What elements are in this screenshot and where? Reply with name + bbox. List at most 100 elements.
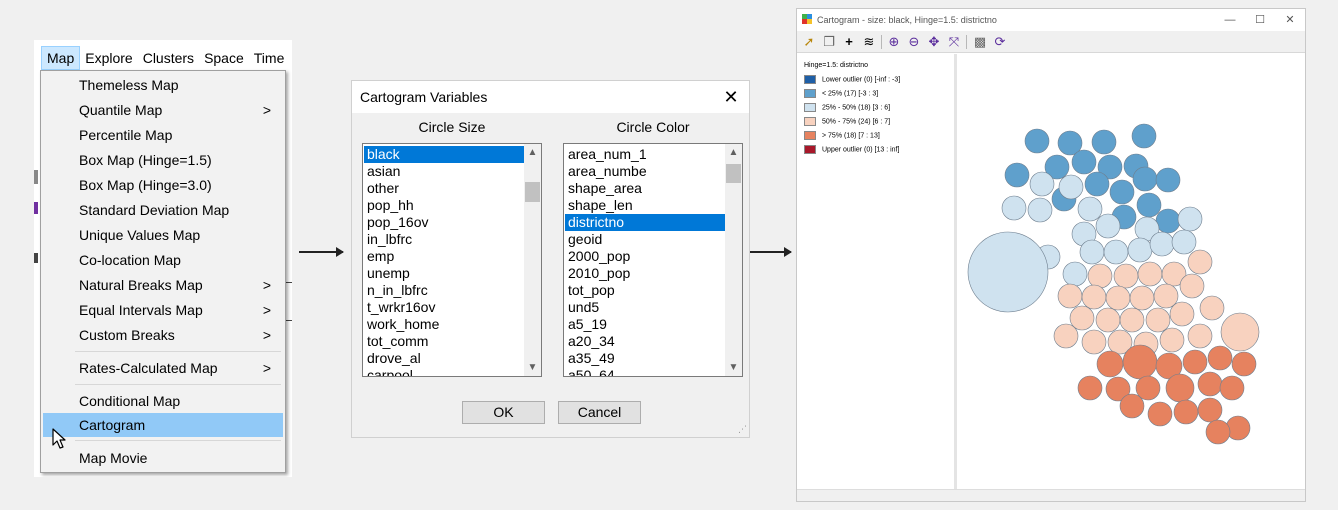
vertical-scrollbar[interactable]: ▲ ▼ bbox=[524, 144, 541, 376]
cartogram-circle[interactable] bbox=[1004, 162, 1030, 188]
cartogram-circle[interactable] bbox=[1131, 123, 1157, 149]
cartogram-circle[interactable] bbox=[1177, 206, 1203, 232]
color-list-item[interactable]: area_num_1 bbox=[565, 146, 742, 163]
menu-map[interactable]: Map bbox=[41, 45, 81, 70]
cartogram-circle[interactable] bbox=[1169, 301, 1195, 327]
cartogram-circle[interactable] bbox=[1205, 419, 1231, 445]
cartogram-circle[interactable] bbox=[1077, 196, 1103, 222]
menu-item-unique-values-map[interactable]: Unique Values Map bbox=[43, 223, 283, 247]
cartogram-circle[interactable] bbox=[1197, 371, 1223, 397]
cartogram-circle[interactable] bbox=[1173, 399, 1199, 425]
legend-item[interactable]: Upper outlier (0) [13 : inf] bbox=[804, 145, 899, 156]
cartogram-circle[interactable] bbox=[1127, 237, 1153, 263]
zoom-out-icon[interactable]: ⊖ bbox=[906, 34, 922, 50]
scroll-thumb[interactable] bbox=[525, 182, 540, 202]
cartogram-circle[interactable] bbox=[1197, 397, 1223, 423]
cartogram-circle[interactable] bbox=[1137, 261, 1163, 287]
menu-item-box-map-3-0[interactable]: Box Map (Hinge=3.0) bbox=[43, 173, 283, 197]
color-list-item[interactable]: a35_49 bbox=[565, 350, 742, 367]
cartogram-circle[interactable] bbox=[1155, 208, 1181, 234]
scroll-up-icon[interactable]: ▲ bbox=[524, 144, 541, 161]
cartogram-circle[interactable] bbox=[1001, 195, 1027, 221]
scroll-up-icon[interactable]: ▲ bbox=[725, 144, 742, 161]
refresh-icon[interactable]: ⟳ bbox=[992, 34, 1008, 50]
legend-item[interactable]: < 25% (17) [-3 : 3] bbox=[804, 89, 878, 100]
cartogram-circle[interactable] bbox=[1058, 174, 1084, 200]
cartogram-circle[interactable] bbox=[1081, 284, 1107, 310]
cartogram-circle[interactable] bbox=[1029, 171, 1055, 197]
cartogram-circle[interactable] bbox=[1219, 375, 1245, 401]
cartogram-circle[interactable] bbox=[1147, 401, 1173, 427]
cartogram-circle[interactable] bbox=[1179, 273, 1205, 299]
color-list-item[interactable]: a20_34 bbox=[565, 333, 742, 350]
size-list-item[interactable]: t_wrkr16ov bbox=[364, 299, 541, 316]
cartogram-circle[interactable] bbox=[1187, 323, 1213, 349]
legend-item[interactable]: > 75% (18) [7 : 13] bbox=[804, 131, 880, 142]
layers-icon[interactable]: ≋ bbox=[861, 34, 877, 50]
size-list-item[interactable]: work_home bbox=[364, 316, 541, 333]
size-list-item[interactable]: asian bbox=[364, 163, 541, 180]
cartogram-circle[interactable] bbox=[1103, 239, 1129, 265]
fit-extent-icon[interactable]: ⤧ bbox=[946, 34, 962, 50]
cartogram-circle[interactable] bbox=[1199, 295, 1225, 321]
cartogram-circle[interactable] bbox=[1053, 323, 1079, 349]
minimize-icon[interactable]: — bbox=[1215, 9, 1245, 31]
cartogram-circle[interactable] bbox=[1207, 345, 1233, 371]
cartogram-circle[interactable] bbox=[1084, 171, 1110, 197]
size-list-item[interactable]: tot_comm bbox=[364, 333, 541, 350]
color-list-item[interactable]: shape_len bbox=[565, 197, 742, 214]
cartogram-circle[interactable] bbox=[1171, 229, 1197, 255]
circle-size-listbox[interactable]: black asian other pop_hh pop_16ov in_lbfrc emp… bbox=[362, 143, 542, 377]
menu-item-equal-intervals-map[interactable]: Equal Intervals Map > bbox=[43, 298, 283, 322]
cartogram-circle[interactable] bbox=[1109, 179, 1135, 205]
legend-item[interactable]: 50% - 75% (24) [6 : 7] bbox=[804, 117, 890, 128]
cartogram-circle[interactable] bbox=[1155, 167, 1181, 193]
select-icon[interactable]: ➚ bbox=[801, 34, 817, 50]
size-list-item[interactable]: carpool bbox=[364, 367, 541, 376]
cartogram-circle[interactable] bbox=[1182, 349, 1208, 375]
menu-time[interactable]: Time bbox=[249, 46, 290, 70]
menu-space[interactable]: Space bbox=[199, 46, 249, 70]
cartogram-circle[interactable] bbox=[1071, 149, 1097, 175]
menu-item-box-map-1-5[interactable]: Box Map (Hinge=1.5) bbox=[43, 148, 283, 172]
color-list-item[interactable]: und5 bbox=[565, 299, 742, 316]
menu-item-rates-calculated-map[interactable]: Rates-Calculated Map > bbox=[43, 356, 283, 380]
color-list-item[interactable]: districtno bbox=[565, 214, 742, 231]
scroll-down-icon[interactable]: ▼ bbox=[725, 359, 742, 376]
size-list-item[interactable]: drove_al bbox=[364, 350, 541, 367]
size-list-item[interactable]: pop_hh bbox=[364, 197, 541, 214]
menu-item-conditional-map[interactable]: Conditional Map bbox=[43, 389, 283, 413]
cartogram-circle[interactable] bbox=[1077, 375, 1103, 401]
cartogram-circle[interactable] bbox=[1136, 192, 1162, 218]
circle-color-listbox[interactable]: area_num_1 area_numbe shape_area shape_len d… bbox=[563, 143, 743, 377]
resize-grip-icon[interactable]: ⋰ bbox=[738, 424, 747, 435]
color-list-item[interactable]: 2010_pop bbox=[565, 265, 742, 282]
cartogram-circle[interactable] bbox=[1057, 283, 1083, 309]
cartogram-canvas[interactable] bbox=[962, 54, 1305, 491]
menu-item-custom-breaks[interactable]: Custom Breaks > bbox=[43, 323, 283, 347]
close-icon[interactable]: ✕ bbox=[1275, 9, 1305, 31]
cartogram-circle[interactable] bbox=[1122, 344, 1158, 380]
cartogram-circle[interactable] bbox=[1220, 312, 1260, 352]
vertical-scrollbar[interactable]: ▲ ▼ bbox=[725, 144, 742, 376]
cartogram-circle[interactable] bbox=[1119, 393, 1145, 419]
cartogram-circle[interactable] bbox=[1024, 128, 1050, 154]
size-list-item[interactable]: pop_16ov bbox=[364, 214, 541, 231]
crosshair-icon[interactable]: + bbox=[841, 34, 857, 50]
cartogram-circle[interactable] bbox=[1132, 166, 1158, 192]
cartogram-circle[interactable] bbox=[1119, 307, 1145, 333]
pan-icon[interactable]: ✥ bbox=[926, 34, 942, 50]
scroll-down-icon[interactable]: ▼ bbox=[524, 359, 541, 376]
cartogram-circle[interactable] bbox=[967, 231, 1049, 313]
size-list-item[interactable]: black bbox=[364, 146, 541, 163]
cartogram-circle[interactable] bbox=[1079, 239, 1105, 265]
color-list-item[interactable]: tot_pop bbox=[565, 282, 742, 299]
size-list-item[interactable]: other bbox=[364, 180, 541, 197]
menu-item-map-movie[interactable]: Map Movie bbox=[43, 446, 283, 470]
color-list-item[interactable]: area_numbe bbox=[565, 163, 742, 180]
reset-icon[interactable]: ▩ bbox=[972, 34, 988, 50]
menu-clusters[interactable]: Clusters bbox=[138, 46, 199, 70]
legend-item[interactable]: 25% - 50% (18) [3 : 6] bbox=[804, 103, 890, 114]
cartogram-circle[interactable] bbox=[1096, 350, 1124, 378]
cartogram-circle[interactable] bbox=[1187, 249, 1213, 275]
